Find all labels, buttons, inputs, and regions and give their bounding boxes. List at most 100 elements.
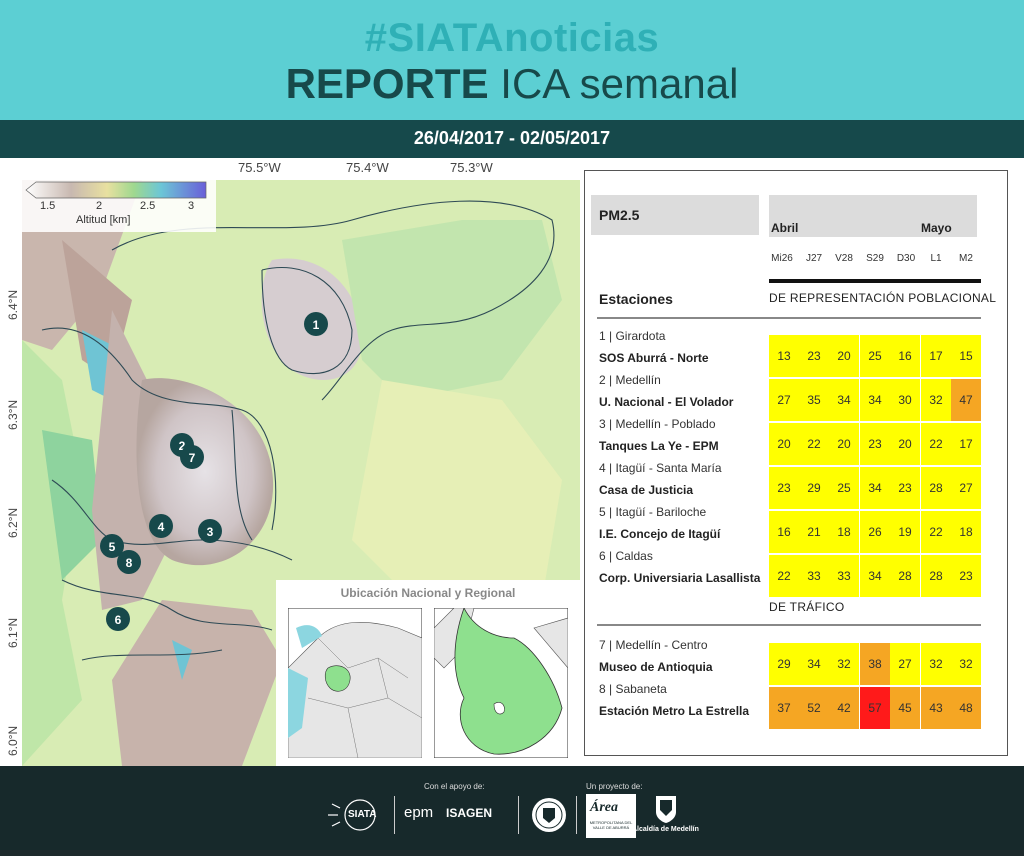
aqi-value-cell: 42 [829, 687, 859, 729]
station-marker-6[interactable]: 6 [106, 607, 130, 631]
station-marker-7[interactable]: 7 [180, 445, 204, 469]
aqi-value-cell: 19 [890, 511, 920, 553]
aqi-value-cell: 20 [829, 423, 859, 465]
marker-label: 6 [115, 613, 122, 627]
aqi-value-cell: 18 [951, 511, 981, 553]
footer-separator [394, 796, 395, 834]
inset-location-box: Ubicación Nacional y Regional [276, 580, 580, 766]
university-seal-icon [532, 798, 566, 832]
aqi-value-cell: 34 [799, 643, 829, 685]
aqi-value-cell: 20 [829, 335, 859, 377]
aqi-value-cell: 33 [799, 555, 829, 597]
date-range: 26/04/2017 - 02/05/2017 [413, 128, 611, 148]
day-header: D30 [896, 253, 916, 264]
aqi-value-cell: 29 [769, 643, 799, 685]
aqi-value-cell: 25 [829, 467, 859, 509]
aqi-value-cell: 32 [951, 643, 981, 685]
aqi-value-cell: 15 [951, 335, 981, 377]
aqi-value-cell: 16 [890, 335, 920, 377]
header-divider [769, 279, 981, 283]
colombia-inset-map [288, 608, 422, 758]
marker-label: 7 [189, 451, 196, 465]
area-subtext: METROPOLITANA DEL VALLE DE ABURRÁ [589, 820, 633, 830]
station-location: 2 | Medellín [599, 373, 661, 387]
aqi-value-cell: 20 [769, 423, 799, 465]
aqi-value-cell: 23 [799, 335, 829, 377]
aqi-value-cell: 52 [799, 687, 829, 729]
station-name: Museo de Antioquia [599, 660, 713, 674]
station-name: Casa de Justicia [599, 483, 694, 497]
station-marker-3[interactable]: 3 [198, 519, 222, 543]
station-location: 4 | Itagüí - Santa María [599, 461, 722, 475]
report-title-rest: ICA semanal [488, 60, 739, 107]
aqi-value-cell: 28 [921, 555, 951, 597]
day-header: Mi26 [771, 253, 793, 264]
section-population: DE REPRESENTACIÓN POBLACIONAL [769, 291, 997, 305]
siata-text: SIATA [348, 809, 377, 820]
station-name: Tanques La Ye - EPM [599, 439, 719, 453]
aqi-value-cell: 23 [769, 467, 799, 509]
aqi-value-cell: 23 [860, 423, 890, 465]
day-header: V28 [835, 253, 853, 264]
aqi-value-cell: 27 [769, 379, 799, 421]
aqi-value-cell: 34 [860, 379, 890, 421]
station-marker-4[interactable]: 4 [149, 514, 173, 538]
station-name: Estación Metro La Estrella [599, 704, 750, 718]
aqi-value-cell: 45 [890, 687, 920, 729]
aqi-value-cell: 32 [921, 379, 951, 421]
footer-separator [518, 796, 519, 834]
aqi-value-cell: 29 [799, 467, 829, 509]
aqi-value-cell: 28 [890, 555, 920, 597]
aqi-value-cell: 28 [921, 467, 951, 509]
antioquia-inset-map [434, 608, 568, 758]
aqi-value-cell: 26 [860, 511, 890, 553]
station-location: 1 | Girardota [599, 329, 666, 343]
area-metropolitana-logo: Área METROPOLITANA DEL VALLE DE ABURRÁ [586, 794, 636, 838]
content-area: 75.5°W 75.4°W 75.3°W 6.4°N 6.3°N 6.2°N 6… [0, 158, 1024, 766]
marker-label: 5 [109, 540, 116, 554]
aqi-value-cell: 20 [890, 423, 920, 465]
area-text: Área [590, 800, 618, 815]
aqi-value-cell: 34 [860, 555, 890, 597]
station-location: 6 | Caldas [599, 549, 653, 563]
marker-label: 1 [313, 318, 320, 332]
support-label: Con el apoyo de: [424, 782, 485, 791]
aqi-value-cell: 38 [860, 643, 890, 685]
footer-separator [576, 796, 577, 834]
aqi-value-cell: 34 [829, 379, 859, 421]
alcaldia-shield-icon [656, 796, 676, 823]
aqi-value-cell: 33 [829, 555, 859, 597]
aqi-value-cell: 43 [921, 687, 951, 729]
pm25-table: PM2.5 Abril Mayo Mi26 J27 V28 S29 D30 L1… [584, 170, 1008, 756]
aqi-value-cell: 32 [829, 643, 859, 685]
siata-logo: SIATA [326, 796, 390, 834]
day-header: S29 [866, 253, 884, 264]
station-location: 7 | Medellín - Centro [599, 638, 708, 652]
station-marker-8[interactable]: 8 [117, 550, 141, 574]
aqi-value-cell: 16 [769, 511, 799, 553]
aqi-value-cell: 47 [951, 379, 981, 421]
report-title: REPORTE ICA semanal [0, 60, 1024, 108]
aqi-value-cell: 25 [860, 335, 890, 377]
alcaldia-text: Alcaldía de Medellín [632, 826, 699, 833]
aqi-value-cell: 27 [951, 467, 981, 509]
station-name: I.E. Concejo de Itagüí [599, 527, 721, 541]
footer: Con el apoyo de: Un proyecto de: SIATA e… [0, 766, 1024, 850]
station-marker-1[interactable]: 1 [304, 312, 328, 336]
station-location: 8 | Sabaneta [599, 682, 667, 696]
aqi-value-cell: 30 [890, 379, 920, 421]
project-label: Un proyecto de: [586, 782, 643, 791]
aqi-value-cell: 13 [769, 335, 799, 377]
marker-label: 3 [207, 525, 214, 539]
aqi-value-cell: 57 [860, 687, 890, 729]
aqi-value-cell: 17 [951, 423, 981, 465]
aqi-value-cell: 23 [890, 467, 920, 509]
isagen-logo: ISAGEN [446, 806, 493, 820]
month-abril: Abril [771, 221, 799, 235]
marker-label: 4 [158, 520, 165, 534]
report-title-bold: REPORTE [285, 60, 489, 107]
aqi-value-cell: 35 [799, 379, 829, 421]
station-name: Corp. Universiaria Lasallista [599, 571, 761, 585]
aqi-value-cell: 32 [921, 643, 951, 685]
section-traffic: DE TRÁFICO [769, 600, 845, 614]
